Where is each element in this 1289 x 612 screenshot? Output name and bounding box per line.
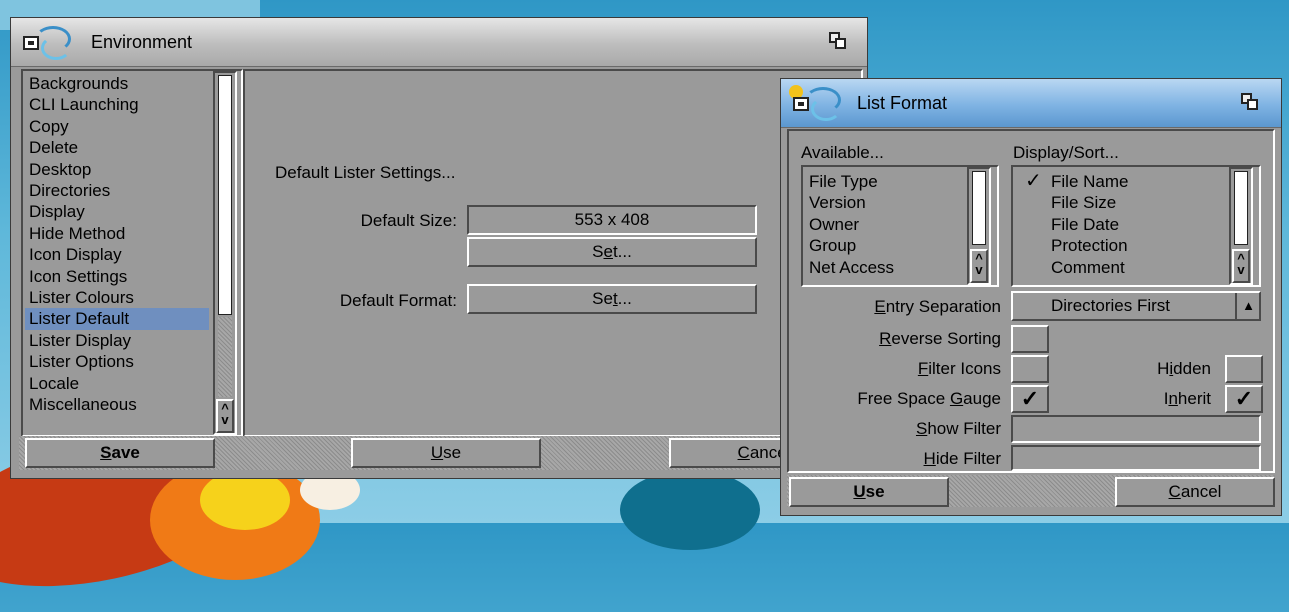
category-item[interactable]: Icon Settings xyxy=(25,266,209,287)
show-filter-label: Show Filter xyxy=(915,419,1001,438)
category-item[interactable]: Lister Options xyxy=(25,351,209,372)
default-format-set-button[interactable]: Set... xyxy=(467,284,757,314)
category-scrollbar[interactable]: ^ v xyxy=(213,71,237,435)
available-item[interactable]: Net Access xyxy=(805,257,963,278)
available-scrollbar[interactable]: ^ v xyxy=(967,167,991,285)
available-item[interactable]: File Type xyxy=(805,171,963,192)
display-sort-item[interactable]: Protection xyxy=(1015,235,1225,256)
category-item[interactable]: Display xyxy=(25,201,209,222)
category-item[interactable]: Icon Display xyxy=(25,244,209,265)
reverse-sorting-checkbox[interactable] xyxy=(1011,325,1049,353)
depth-gadget-icon[interactable] xyxy=(1241,93,1259,111)
window-icon xyxy=(19,24,71,60)
category-item[interactable]: CLI Launching xyxy=(25,94,209,115)
display-scrollbar[interactable]: ^ v xyxy=(1229,167,1253,285)
default-format-label: Default Format: xyxy=(339,291,457,310)
display-sort-item[interactable]: File Size xyxy=(1015,192,1225,213)
cycle-arrows-icon: ▲︎ xyxy=(1235,293,1255,319)
default-size-label: Default Size: xyxy=(360,211,457,230)
hidden-checkbox[interactable] xyxy=(1225,355,1263,383)
available-list[interactable]: File Type Version Owner Group Net Access xyxy=(805,171,963,281)
category-item[interactable]: Lister Colours xyxy=(25,287,209,308)
category-item[interactable]: Miscellaneous xyxy=(25,394,209,415)
section-heading: Default Lister Settings... xyxy=(275,163,456,182)
checkmark-icon: ✓ xyxy=(1234,386,1254,411)
display-sort-item[interactable]: File Date xyxy=(1015,214,1225,235)
entry-separation-cycle[interactable]: Directories First ▲︎ xyxy=(1011,291,1261,321)
free-space-gauge-label: Free Space Gauge xyxy=(857,389,1001,408)
category-item[interactable]: Lister Display xyxy=(25,330,209,351)
wallpaper-shape xyxy=(620,470,760,550)
default-size-set-button[interactable]: Set... xyxy=(467,237,757,267)
window-title: List Format xyxy=(857,93,948,113)
available-list-frame: File Type Version Owner Group Net Access ^ v xyxy=(801,165,999,287)
environment-window: Environment Backgrounds CLI Launching Copy… xyxy=(10,17,868,479)
category-item[interactable]: Delete xyxy=(25,137,209,158)
available-item[interactable]: Owner xyxy=(805,214,963,235)
show-filter-input[interactable] xyxy=(1011,415,1261,443)
use-button[interactable]: Use xyxy=(351,438,541,468)
entry-separation-label: Entry Separation xyxy=(874,297,1001,316)
scroll-knob[interactable] xyxy=(218,75,232,315)
checkmark-icon: ✓ xyxy=(1025,170,1042,192)
available-item[interactable]: Version xyxy=(805,192,963,213)
entry-separation-value: Directories First xyxy=(1051,296,1171,315)
scroll-knob[interactable] xyxy=(972,171,986,245)
category-item[interactable]: Backgrounds xyxy=(25,73,209,94)
display-sort-item[interactable]: ✓ File Name xyxy=(1015,170,1225,192)
filter-icons-label: Filter Icons xyxy=(917,359,1001,378)
hidden-label: Hidden xyxy=(1157,359,1211,378)
category-list-frame: Backgrounds CLI Launching Copy Delete Deskto… xyxy=(21,69,243,437)
reverse-sorting-label: Reverse Sorting xyxy=(879,329,1001,348)
free-space-gauge-checkbox[interactable]: ✓ xyxy=(1011,385,1049,413)
hide-filter-input[interactable] xyxy=(1011,445,1261,471)
default-size-field: 553 x 408 xyxy=(467,205,757,235)
category-item[interactable]: Desktop xyxy=(25,159,209,180)
save-button[interactable]: Save xyxy=(25,438,215,468)
display-sort-item[interactable]: Comment xyxy=(1015,257,1225,278)
scroll-arrows-icon[interactable]: ^ v xyxy=(970,249,988,283)
category-list[interactable]: Backgrounds CLI Launching Copy Delete Deskto… xyxy=(25,73,209,433)
window-icon xyxy=(789,85,841,121)
scroll-knob[interactable] xyxy=(1234,171,1248,245)
available-item[interactable]: Group xyxy=(805,235,963,256)
list-format-titlebar[interactable]: List Format xyxy=(781,79,1281,128)
wallpaper-shape xyxy=(200,470,290,530)
checkmark-icon: ✓ xyxy=(1020,386,1040,411)
depth-gadget-icon[interactable] xyxy=(829,32,847,50)
window-title: Environment xyxy=(91,32,193,52)
inherit-label: Inherit xyxy=(1163,389,1211,408)
use-button[interactable]: Use xyxy=(789,477,949,507)
display-sort-header: Display/Sort... xyxy=(1013,143,1119,162)
category-item[interactable]: Copy xyxy=(25,116,209,137)
display-list-frame: ✓ File Name File Size File Date Protection Co… xyxy=(1011,165,1261,287)
category-item[interactable]: Lister Default xyxy=(25,308,209,330)
category-item[interactable]: Locale xyxy=(25,373,209,394)
scroll-arrows-icon[interactable]: ^ v xyxy=(216,399,234,433)
settings-panel: Default Lister Settings... Default Size:… xyxy=(243,69,863,437)
environment-titlebar[interactable]: Environment xyxy=(11,18,867,67)
list-format-panel: Available... Display/Sort... File Type Ve… xyxy=(787,129,1275,473)
scroll-arrows-icon[interactable]: ^ v xyxy=(1232,249,1250,283)
hide-filter-label: Hide Filter xyxy=(923,449,1001,468)
category-item[interactable]: Hide Method xyxy=(25,223,209,244)
available-header: Available... xyxy=(801,143,884,162)
list-format-window: List Format Available... Display/Sort...… xyxy=(780,78,1282,516)
inherit-checkbox[interactable]: ✓ xyxy=(1225,385,1263,413)
category-item[interactable]: Directories xyxy=(25,180,209,201)
display-sort-list[interactable]: ✓ File Name File Size File Date Protection Co… xyxy=(1015,170,1225,281)
cancel-button[interactable]: Cancel xyxy=(1115,477,1275,507)
filter-icons-checkbox[interactable] xyxy=(1011,355,1049,383)
